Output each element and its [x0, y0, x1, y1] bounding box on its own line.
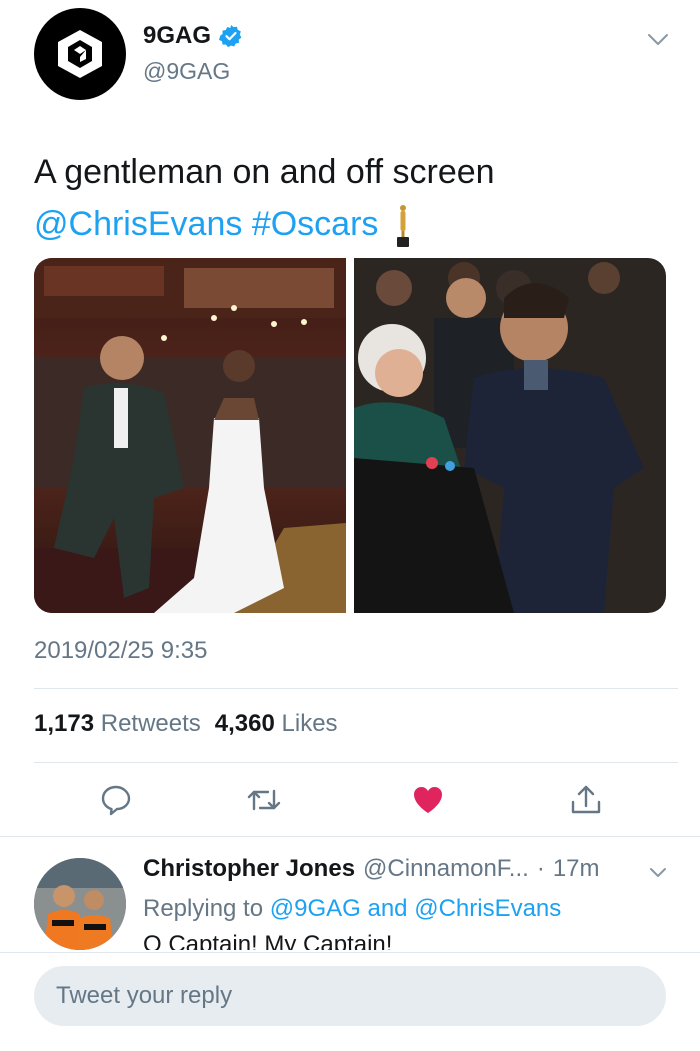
replying-and[interactable]: and [367, 895, 407, 922]
like-button[interactable] [408, 780, 448, 820]
reply-header: Christopher Jones @CinnamonF... · 17m [143, 855, 600, 883]
tweet-stats: 1,173 Retweets 4,360 Likes [34, 710, 338, 738]
replying-prefix: Replying to [143, 895, 264, 922]
divider [34, 688, 678, 689]
likes-stat[interactable]: 4,360 Likes [215, 710, 338, 738]
author-name-row[interactable]: 9GAG [143, 22, 243, 50]
retweets-stat[interactable]: 1,173 Retweets [34, 710, 201, 738]
photo-left[interactable] [34, 258, 346, 613]
likes-label: Likes [281, 710, 338, 737]
replying-user-chrisevans[interactable]: @ChrisEvans [414, 895, 561, 922]
divider [0, 952, 700, 953]
reply-composer: Tweet your reply [0, 952, 700, 1051]
replying-user-9gag[interactable]: @9GAG [270, 895, 361, 922]
chevron-down-icon[interactable] [645, 26, 671, 52]
tweet-actions [0, 780, 700, 820]
reply-author-handle[interactable]: @CinnamonF... [363, 855, 529, 883]
tweet-media[interactable] [34, 258, 666, 613]
reply-avatar-image [34, 858, 126, 950]
tweet-body: A gentleman on and off screen [34, 153, 495, 191]
9gag-logo-icon [58, 30, 102, 78]
author-avatar[interactable] [34, 8, 126, 100]
mention-link[interactable]: @ChrisEvans [34, 205, 242, 243]
tweet-text: A gentleman on and off screen @ChrisEvan… [34, 146, 674, 250]
divider [0, 836, 700, 837]
heart-icon [414, 787, 442, 813]
reply-avatar[interactable] [34, 858, 126, 950]
retweet-icon [247, 789, 281, 811]
reply-button[interactable] [96, 780, 136, 820]
reply-author-name[interactable]: Christopher Jones [143, 855, 355, 883]
author-handle[interactable]: @9GAG [143, 58, 230, 85]
likes-count: 4,360 [214, 710, 275, 737]
photo-right-image [354, 258, 666, 613]
photo-right[interactable] [354, 258, 666, 613]
reply-separator: · [536, 855, 545, 882]
replying-to: Replying to @9GAG and @ChrisEvans [143, 895, 561, 923]
hashtag-link[interactable]: #Oscars [252, 205, 379, 243]
tweet-tags-line: @ChrisEvans #Oscars [34, 198, 674, 250]
author-name[interactable]: 9GAG [143, 22, 211, 50]
divider [34, 762, 678, 763]
share-button[interactable] [566, 780, 606, 820]
reply-input[interactable]: Tweet your reply [34, 966, 666, 1026]
retweets-label: Retweets [100, 710, 201, 737]
verified-badge-icon [219, 25, 242, 48]
chevron-down-icon[interactable] [648, 862, 668, 882]
retweet-button[interactable] [244, 780, 284, 820]
reply-time: 17m [552, 855, 600, 882]
reply-text: O Captain! My Captain! [143, 931, 393, 950]
retweets-count: 1,173 [34, 710, 95, 737]
share-icon [571, 785, 601, 814]
tweet-timestamp: 2019/02/25 9:35 [34, 637, 208, 664]
speech-bubble-icon [101, 785, 131, 816]
photo-left-image [34, 258, 346, 613]
oscar-statuette-icon [396, 205, 409, 248]
